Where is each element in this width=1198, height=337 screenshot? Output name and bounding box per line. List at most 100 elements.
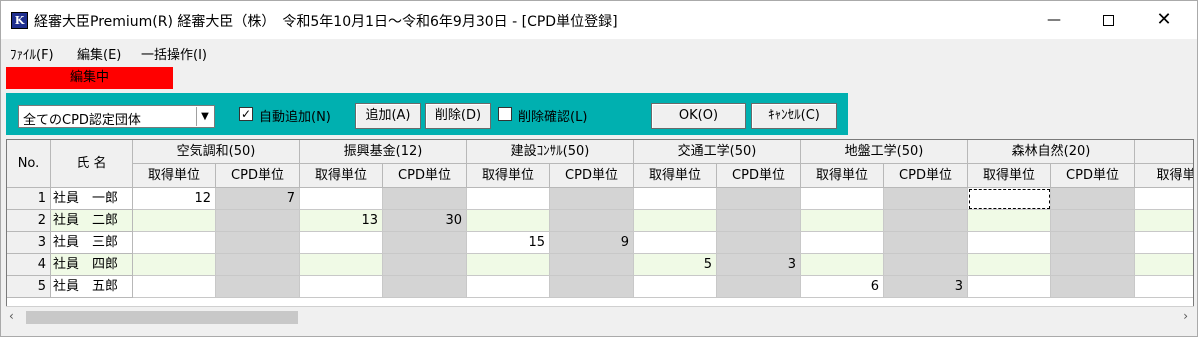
menu-file[interactable]: ﾌｧｲﾙ(F) [10, 44, 54, 63]
cpd-units-cell[interactable] [717, 276, 801, 298]
acquired-units-cell[interactable]: 5 [634, 254, 717, 276]
cpd-units-cell[interactable] [216, 276, 300, 298]
delete-button[interactable]: 削除(D) [425, 103, 491, 129]
cpd-units-cell[interactable] [550, 188, 634, 210]
acquired-units-cell[interactable]: 6 [801, 276, 884, 298]
ok-button[interactable]: OK(O) [651, 103, 746, 129]
main-window: K 経審大臣Premium(R) 経審大臣（株） 令和5年10月1日～令和6年9… [0, 0, 1198, 337]
cpd-units-cell[interactable] [550, 254, 634, 276]
cpd-units-cell[interactable] [1051, 276, 1135, 298]
acquired-units-cell[interactable] [300, 188, 383, 210]
acquired-units-cell[interactable] [133, 210, 216, 232]
acquired-units-cell[interactable] [133, 276, 216, 298]
acquired-units-cell[interactable] [968, 276, 1051, 298]
maximize-icon [1102, 14, 1114, 26]
cpd-units-cell[interactable] [550, 276, 634, 298]
sub-header: CPD単位 [884, 164, 968, 188]
close-button[interactable]: ✕ [1141, 1, 1187, 39]
acquired-units-cell[interactable] [801, 210, 884, 232]
acquired-units-cell[interactable] [968, 254, 1051, 276]
acquired-units-cell[interactable]: 13 [300, 210, 383, 232]
employee-name: 社員 三郎 [51, 232, 133, 254]
cpd-units-cell[interactable] [717, 210, 801, 232]
cpd-units-cell[interactable] [216, 232, 300, 254]
scroll-left-icon[interactable]: ‹ [9, 309, 14, 323]
cpd-units-grid[interactable]: No. 氏 名 空気調和(50) 取得単位 CPD単位 振興基金(12) 取得単位 CPD… [6, 139, 1194, 327]
cpd-units-cell[interactable] [884, 210, 968, 232]
acquired-units-cell[interactable] [634, 232, 717, 254]
acquired-units-cell[interactable] [300, 232, 383, 254]
delete-confirm-label[interactable]: 削除確認(L) [518, 106, 587, 125]
acquired-units-cell[interactable] [1135, 210, 1193, 232]
maximize-button[interactable] [1085, 1, 1131, 39]
auto-add-checkbox[interactable]: ✓ [239, 107, 253, 121]
acquired-units-cell[interactable] [300, 254, 383, 276]
cpd-units-cell[interactable] [383, 254, 467, 276]
acquired-units-cell[interactable] [300, 276, 383, 298]
acquired-units-cell[interactable] [467, 210, 550, 232]
column-header-no: No. [7, 140, 51, 188]
acquired-units-cell[interactable] [1135, 254, 1193, 276]
cpd-units-cell[interactable]: 30 [383, 210, 467, 232]
employee-name: 社員 二郎 [51, 210, 133, 232]
acquired-units-cell[interactable] [634, 276, 717, 298]
menu-edit[interactable]: 編集(E) [77, 44, 121, 63]
cpd-units-cell[interactable] [550, 210, 634, 232]
cpd-units-cell[interactable] [884, 188, 968, 210]
scroll-right-icon[interactable]: › [1183, 309, 1188, 323]
minimize-button[interactable]: — [1031, 1, 1077, 39]
acquired-units-cell[interactable] [634, 188, 717, 210]
acquired-units-cell[interactable]: 12 [133, 188, 216, 210]
cpd-units-cell[interactable]: 3 [717, 254, 801, 276]
cpd-units-cell[interactable] [1051, 232, 1135, 254]
cpd-units-cell[interactable] [717, 232, 801, 254]
group-header: 建設ｺﾝｻﾙ(50) [467, 140, 634, 164]
auto-add-label[interactable]: 自動追加(N) [259, 106, 331, 125]
horizontal-scrollbar[interactable]: ‹ › [6, 306, 1194, 327]
cpd-units-cell[interactable] [1051, 254, 1135, 276]
title-bar[interactable]: K 経審大臣Premium(R) 経審大臣（株） 令和5年10月1日～令和6年9… [1, 1, 1197, 39]
edit-status-indicator: 編集中 [6, 67, 173, 89]
group-header: 空気調和(50) [133, 140, 300, 164]
cpd-units-cell[interactable] [884, 254, 968, 276]
acquired-units-cell[interactable] [801, 254, 884, 276]
cpd-units-cell[interactable] [1051, 188, 1135, 210]
acquired-units-cell[interactable] [1135, 232, 1193, 254]
acquired-units-cell[interactable] [467, 188, 550, 210]
add-button[interactable]: 追加(A) [355, 103, 421, 129]
scroll-thumb[interactable] [26, 311, 298, 324]
row-number: 4 [7, 254, 51, 276]
cpd-units-cell[interactable] [1051, 210, 1135, 232]
delete-confirm-checkbox[interactable] [498, 107, 512, 121]
acquired-units-cell[interactable] [1135, 188, 1193, 210]
cpd-units-cell[interactable] [383, 188, 467, 210]
cpd-units-cell[interactable] [383, 276, 467, 298]
acquired-units-cell[interactable] [968, 232, 1051, 254]
acquired-units-cell[interactable] [133, 254, 216, 276]
cpd-units-cell[interactable] [717, 188, 801, 210]
acquired-units-cell[interactable] [968, 210, 1051, 232]
cpd-units-cell[interactable]: 7 [216, 188, 300, 210]
app-logo-icon: K [11, 12, 28, 29]
cpd-units-cell[interactable] [383, 232, 467, 254]
acquired-units-cell[interactable] [801, 188, 884, 210]
cancel-button[interactable]: ｷｬﾝｾﾙ(C) [751, 103, 837, 129]
acquired-units-cell[interactable] [467, 276, 550, 298]
cpd-organization-select[interactable]: 全てのCPD認定団体 ▼ [18, 105, 215, 128]
acquired-units-cell[interactable]: 15 [467, 232, 550, 254]
cpd-organization-select-value: 全てのCPD認定団体 [23, 113, 141, 128]
menu-bulk-operations[interactable]: 一括操作(I) [141, 44, 207, 63]
acquired-units-cell[interactable] [801, 232, 884, 254]
cpd-units-cell[interactable]: 3 [884, 276, 968, 298]
acquired-units-cell[interactable] [634, 210, 717, 232]
acquired-units-cell[interactable] [467, 254, 550, 276]
acquired-units-cell[interactable] [133, 232, 216, 254]
acquired-units-cell[interactable] [1135, 276, 1193, 298]
cpd-units-cell[interactable] [884, 232, 968, 254]
cpd-units-cell[interactable] [216, 254, 300, 276]
acquired-units-cell[interactable] [968, 188, 1051, 210]
cpd-units-cell[interactable] [216, 210, 300, 232]
chevron-down-icon[interactable]: ▼ [196, 107, 213, 126]
cpd-units-cell[interactable]: 9 [550, 232, 634, 254]
column-header-name: 氏 名 [51, 140, 133, 188]
